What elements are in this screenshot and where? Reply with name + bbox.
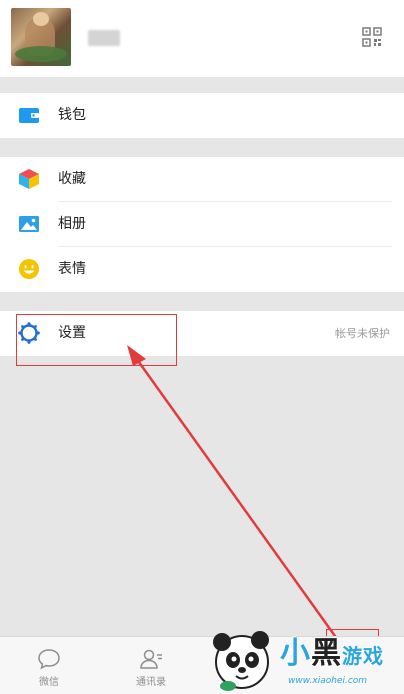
menu-item-wallet[interactable]: 钱包 [0,93,404,138]
chat-bubble-icon [38,649,60,670]
watermark-url: www.xiaohei.com [288,676,368,686]
wallet-icon [19,108,39,123]
favorites-cube-icon [19,169,39,189]
tab-label: 通讯录 [136,677,166,688]
profile-header[interactable] [0,0,404,77]
username-blurred [88,30,120,46]
album-icon [19,216,39,232]
smiley-icon [19,259,39,279]
account-status-text: 帐号未保护 [335,327,390,340]
avatar[interactable] [11,8,71,66]
watermark-brand-part3: 游戏 [342,644,384,668]
panda-mascot-icon [213,631,269,691]
menu-item-favorites[interactable]: 收藏 [0,157,404,202]
menu-item-settings[interactable]: 设置 帐号未保护 [0,311,404,356]
tab-chats[interactable]: 微信 [1,637,97,694]
menu-item-label: 相册 [58,216,86,232]
watermark-brand-part1: 小 [280,636,311,671]
watermark-brand-part2: 黑 [311,636,342,671]
menu-item-label: 表情 [58,261,86,277]
wallet-group: 钱包 [0,93,404,138]
menu-item-label: 收藏 [58,171,86,187]
contacts-icon [140,649,162,669]
settings-group: 设置 帐号未保护 [0,311,404,356]
menu-item-label: 设置 [58,325,86,341]
watermark-brand: 小黑游戏 [280,628,384,672]
menu-item-stickers[interactable]: 表情 [0,247,404,292]
menu-item-album[interactable]: 相册 [0,202,404,247]
collections-group: 收藏 相册 表情 [0,157,404,292]
menu-item-label: 钱包 [58,107,86,123]
watermark: 小黑游戏 www.xiaohei.com [206,622,404,694]
qr-code-icon[interactable] [362,27,382,47]
tab-contacts[interactable]: 通讯录 [103,637,199,694]
gear-icon [18,322,40,344]
tab-label: 微信 [39,677,59,688]
